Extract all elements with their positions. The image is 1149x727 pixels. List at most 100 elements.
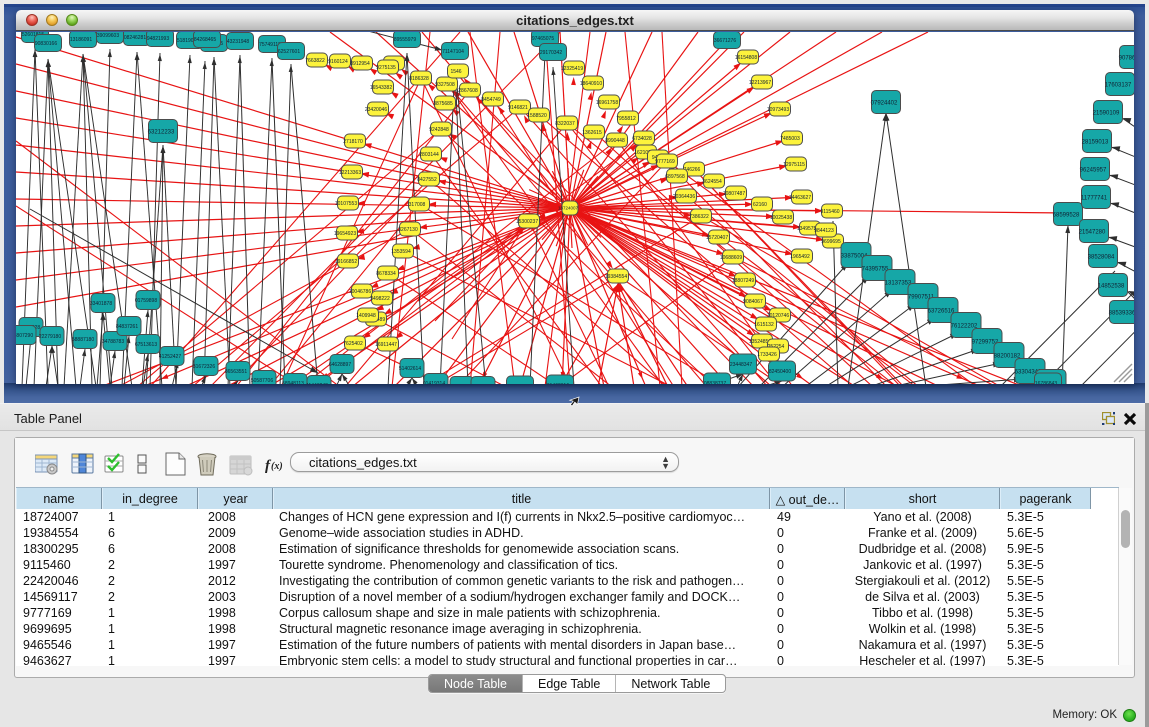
svg-text:3498222: 3498222 bbox=[370, 296, 390, 302]
svg-text:17603137: 17603137 bbox=[1105, 82, 1132, 88]
svg-text:16961758: 16961758 bbox=[596, 100, 618, 106]
svg-text:3624554: 3624554 bbox=[702, 179, 722, 185]
svg-text:38528084: 38528084 bbox=[1088, 254, 1115, 260]
svg-text:7955812: 7955812 bbox=[616, 116, 636, 122]
svg-text:62527601: 62527601 bbox=[278, 49, 300, 55]
svg-text:01419314: 01419314 bbox=[423, 381, 445, 384]
svg-text:19384554: 19384554 bbox=[605, 274, 627, 280]
svg-text:13137353: 13137353 bbox=[885, 280, 912, 286]
svg-text:23448347: 23448347 bbox=[730, 362, 752, 368]
svg-text:33401878: 33401878 bbox=[90, 301, 112, 307]
svg-text:9242848: 9242848 bbox=[429, 127, 449, 133]
svg-text:13186091: 13186091 bbox=[70, 37, 92, 43]
svg-text:9777169: 9777169 bbox=[655, 159, 675, 165]
svg-text:9275135: 9275135 bbox=[376, 65, 396, 71]
svg-text:12213967: 12213967 bbox=[749, 80, 771, 86]
svg-text:68599528: 68599528 bbox=[1053, 212, 1080, 218]
svg-text:1733426: 1733426 bbox=[757, 352, 777, 358]
svg-text:3267130: 3267130 bbox=[398, 227, 418, 233]
svg-text:2867608: 2867608 bbox=[458, 88, 478, 94]
svg-text:1965492: 1965492 bbox=[790, 254, 810, 260]
svg-text:94821993: 94821993 bbox=[147, 36, 169, 42]
svg-text:58948113: 58948113 bbox=[282, 381, 304, 384]
svg-text:62160: 62160 bbox=[753, 202, 767, 208]
svg-text:1588520: 1588520 bbox=[527, 113, 547, 119]
svg-text:6897568: 6897568 bbox=[665, 174, 685, 180]
svg-text:67513613: 67513613 bbox=[135, 342, 157, 348]
svg-text:89555979: 89555979 bbox=[394, 37, 416, 43]
svg-text:18807249: 18807249 bbox=[732, 278, 754, 284]
svg-text:1353594: 1353594 bbox=[391, 249, 411, 255]
svg-text:07924402: 07924402 bbox=[871, 100, 898, 106]
svg-text:58887180: 58887180 bbox=[72, 337, 94, 343]
svg-text:9115460: 9115460 bbox=[820, 209, 839, 215]
svg-text:10025438: 10025438 bbox=[770, 215, 792, 221]
svg-text:12975115: 12975115 bbox=[783, 162, 805, 168]
svg-text:96245957: 96245957 bbox=[1080, 167, 1107, 173]
svg-text:01462016: 01462016 bbox=[547, 383, 569, 384]
svg-text:1615132: 1615132 bbox=[754, 322, 774, 328]
svg-text:16154808: 16154808 bbox=[735, 55, 757, 61]
svg-text:20364436: 20364436 bbox=[673, 194, 695, 200]
svg-text:90786666: 90786666 bbox=[1119, 55, 1134, 61]
svg-text:1409948: 1409948 bbox=[356, 313, 376, 319]
svg-text:22279180: 22279180 bbox=[39, 334, 61, 340]
svg-text:7663822: 7663822 bbox=[305, 58, 325, 64]
svg-text:8454749: 8454749 bbox=[481, 97, 501, 103]
svg-text:10807487: 10807487 bbox=[723, 191, 745, 197]
svg-text:50587706: 50587706 bbox=[251, 378, 273, 384]
svg-text:86563551: 86563551 bbox=[225, 369, 247, 375]
svg-text:2718170: 2718170 bbox=[343, 139, 363, 145]
svg-text:10107553: 10107553 bbox=[335, 201, 357, 207]
svg-text:84837261: 84837261 bbox=[116, 324, 138, 330]
svg-text:88539336: 88539336 bbox=[1109, 310, 1134, 316]
svg-text:3875685: 3875685 bbox=[433, 101, 453, 107]
svg-text:43231948: 43231948 bbox=[227, 39, 249, 45]
svg-text:317008: 317008 bbox=[409, 202, 426, 208]
svg-text:10688609: 10688609 bbox=[720, 255, 742, 261]
svg-text:2803144: 2803144 bbox=[419, 152, 439, 158]
svg-text:63726516: 63726516 bbox=[928, 308, 955, 314]
svg-text:16911447: 16911447 bbox=[375, 342, 397, 348]
svg-text:9844123: 9844123 bbox=[814, 228, 834, 234]
svg-text:9084067: 9084067 bbox=[743, 299, 763, 305]
svg-text:23420046: 23420046 bbox=[365, 107, 387, 113]
svg-text:8427552: 8427552 bbox=[417, 177, 437, 183]
svg-text:7485003: 7485003 bbox=[780, 136, 800, 142]
svg-text:8912954: 8912954 bbox=[350, 61, 370, 67]
svg-text:14852538: 14852538 bbox=[1098, 283, 1125, 289]
svg-text:39099603: 39099603 bbox=[97, 33, 119, 39]
svg-text:8990448: 8990448 bbox=[605, 138, 625, 144]
svg-text:01759898: 01759898 bbox=[135, 298, 157, 304]
svg-text:08838737: 08838737 bbox=[704, 381, 726, 384]
svg-text:9146821: 9146821 bbox=[508, 105, 528, 111]
svg-text:31672326: 31672326 bbox=[193, 364, 215, 370]
svg-text:10046786: 10046786 bbox=[349, 289, 371, 295]
svg-text:14463627: 14463627 bbox=[789, 195, 811, 201]
svg-text:34788783: 34788783 bbox=[102, 339, 124, 345]
svg-text:9699695: 9699695 bbox=[821, 239, 841, 245]
svg-text:9327508: 9327508 bbox=[435, 82, 455, 88]
svg-text:1546: 1546 bbox=[450, 69, 461, 75]
svg-text:(x): (x) bbox=[271, 461, 283, 472]
svg-text:11440242: 11440242 bbox=[306, 383, 328, 384]
svg-text:15300237: 15300237 bbox=[516, 219, 538, 225]
svg-text:8678334: 8678334 bbox=[376, 271, 396, 277]
svg-text:29170342: 29170342 bbox=[540, 50, 562, 56]
svg-text:41252427: 41252427 bbox=[159, 354, 181, 360]
svg-text:64628897: 64628897 bbox=[329, 362, 351, 368]
svg-text:88200182: 88200182 bbox=[994, 353, 1021, 359]
svg-text:7386322: 7386322 bbox=[689, 214, 709, 220]
svg-text:21590109: 21590109 bbox=[1093, 110, 1120, 116]
svg-text:18724007: 18724007 bbox=[558, 206, 579, 211]
svg-text:10973493: 10973493 bbox=[767, 107, 789, 113]
svg-text:7625402: 7625402 bbox=[343, 341, 363, 347]
svg-text:18640910: 18640910 bbox=[580, 81, 602, 87]
svg-text:19654923: 19654923 bbox=[334, 231, 356, 237]
svg-text:82450400: 82450400 bbox=[769, 369, 791, 375]
svg-text:15720407: 15720407 bbox=[706, 235, 728, 241]
svg-text:84268465: 84268465 bbox=[194, 37, 216, 43]
svg-text:97465075: 97465075 bbox=[532, 36, 554, 42]
svg-text:12325419: 12325419 bbox=[561, 66, 583, 72]
svg-text:16543382: 16543382 bbox=[370, 85, 392, 91]
